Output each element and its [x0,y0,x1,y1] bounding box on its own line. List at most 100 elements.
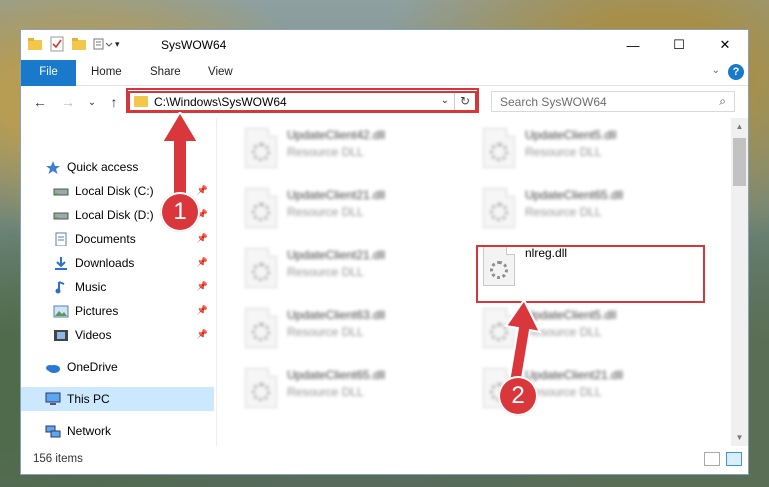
network-icon [45,424,61,438]
cloud-icon [45,360,61,374]
file-type: Resource DLL [525,145,602,159]
tab-home[interactable]: Home [91,60,122,85]
dll-file-icon [483,188,515,228]
file-item[interactable]: UpdateClient5.dll Resource DLL [483,128,683,174]
pictures-icon [53,304,69,318]
file-item[interactable]: UpdateClient21.dll Resource DLL [245,188,445,234]
vertical-scrollbar[interactable]: ▲ ▼ [731,118,748,446]
address-highlight-box [126,88,479,113]
tab-share[interactable]: Share [150,60,181,85]
file-name: UpdateClient5.dll [525,128,617,142]
scroll-thumb[interactable] [733,138,746,186]
qat-dropdown-icon[interactable]: ▾ [115,36,125,52]
sidebar-item-videos[interactable]: Videos 📌 [53,323,214,347]
star-icon [45,160,61,174]
minimize-button[interactable]: — [610,30,656,60]
ribbon: File Home Share View ⌄ ? [21,60,748,106]
ribbon-expand-icon[interactable]: ⌄ [712,65,720,76]
sidebar-item-pictures[interactable]: Pictures 📌 [53,299,214,323]
sidebar-item-label: Local Disk (D:) [75,208,154,222]
item-count: 156 items [33,453,83,465]
close-button[interactable]: ✕ [702,30,748,60]
file-highlight-box [476,245,705,303]
arrow-up-icon [160,112,200,202]
details-view-icon[interactable] [704,452,720,466]
file-name: UpdateClient63.dll [287,308,386,322]
pin-icon[interactable]: 📌 [197,257,208,268]
file-item[interactable]: UpdateClient21.dll Resource DLL [245,248,445,294]
large-icons-view-icon[interactable] [726,452,742,466]
search-input[interactable]: Search SysWOW64 ⌕ [491,91,735,112]
sidebar-item-label: Documents [75,232,136,246]
sidebar-item-label: OneDrive [67,360,118,374]
drive-icon [53,208,69,222]
sidebar-item-network[interactable]: Network [45,419,214,443]
file-name: UpdateClient42.dll [287,128,386,142]
dll-file-icon [245,368,277,408]
customize-toolbar-icon[interactable] [93,36,113,52]
up-button[interactable]: ↑ [105,94,123,110]
title-bar: ▾ SysWOW64 — ☐ ✕ [21,30,748,60]
step-badge-1: 1 [160,192,200,232]
window-title: SysWOW64 [161,38,227,52]
sidebar-item-label: Local Disk (C:) [75,184,154,198]
sidebar-item-label: Quick access [67,160,139,174]
file-name: UpdateClient21.dll [287,248,386,262]
search-placeholder: Search SysWOW64 [500,95,607,109]
quick-access-toolbar: ▾ [27,36,125,52]
sidebar-item-documents[interactable]: Documents 📌 [53,227,214,251]
new-folder-icon[interactable] [71,36,87,52]
pin-icon[interactable]: 📌 [197,233,208,244]
sidebar-item-downloads[interactable]: Downloads 📌 [53,251,214,275]
search-icon[interactable]: ⌕ [719,94,726,109]
properties-icon[interactable] [49,36,65,52]
dll-file-icon [245,128,277,168]
file-type: Resource DLL [287,385,364,399]
pin-icon[interactable]: 📌 [197,281,208,292]
view-toggle [704,452,742,466]
scroll-down-icon[interactable]: ▼ [731,429,748,446]
help-icon[interactable]: ? [728,64,744,80]
dll-file-icon [483,128,515,168]
dll-file-icon [245,248,277,288]
back-button[interactable]: ← [31,94,49,110]
file-item[interactable]: UpdateClient63.dll Resource DLL [245,308,445,354]
file-type: Resource DLL [287,205,364,219]
scroll-up-icon[interactable]: ▲ [731,118,748,135]
sidebar-item-label: Downloads [75,256,135,270]
sidebar-item-label: Music [75,280,107,294]
file-type: Resource DLL [287,265,364,279]
dll-file-icon [245,188,277,228]
file-name: UpdateClient21.dll [287,188,386,202]
documents-icon [53,232,69,247]
maximize-button[interactable]: ☐ [656,30,702,60]
music-icon [53,280,69,294]
download-icon [53,256,69,270]
sidebar-item-music[interactable]: Music 📌 [53,275,214,299]
file-type: Resource DLL [287,325,364,339]
folder-icon[interactable] [27,36,43,52]
sidebar-item-onedrive[interactable]: OneDrive [45,355,214,379]
sidebar-item-label: Network [67,424,112,438]
pin-icon[interactable]: 📌 [197,329,208,340]
sidebar-item-label: This PC [67,392,110,406]
file-name: UpdateClient65.dll [287,368,386,382]
file-item[interactable]: UpdateClient65.dll Resource DLL [483,188,683,234]
file-item[interactable]: UpdateClient42.dll Resource DLL [245,128,445,174]
file-item[interactable]: UpdateClient65.dll Resource DLL [245,368,445,414]
recent-locations-button[interactable]: ⌄ [83,94,101,110]
videos-icon [53,328,69,342]
computer-icon [45,392,61,406]
forward-button[interactable]: → [59,94,77,110]
dll-file-icon [245,308,277,348]
tab-view[interactable]: View [208,60,233,85]
drive-icon [53,184,69,198]
step-badge-2: 2 [498,376,538,416]
file-type: Resource DLL [287,145,364,159]
window-controls: — ☐ ✕ [610,30,748,60]
sidebar-item-this-pc[interactable]: This PC [21,387,214,411]
pin-icon[interactable]: 📌 [197,305,208,316]
sidebar-item-label: Pictures [75,304,119,318]
file-name: UpdateClient65.dll [525,188,624,202]
sidebar-item-label: Videos [75,328,112,342]
